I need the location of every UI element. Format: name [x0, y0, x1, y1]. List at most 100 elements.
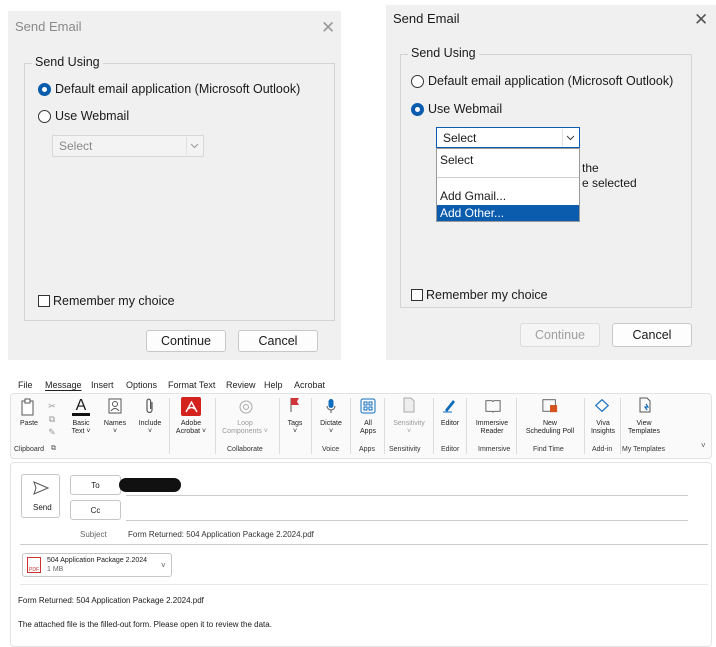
tab-review[interactable]: Review [226, 380, 256, 390]
clipboard-launcher-icon[interactable]: ⧉ [51, 445, 56, 453]
remember-choice-checkbox[interactable]: Remember my choice [411, 288, 548, 302]
basic-text-label[interactable]: Basic Text ˅ [67, 420, 95, 436]
tab-help[interactable]: Help [264, 380, 283, 390]
microphone-icon[interactable] [323, 398, 339, 414]
radio-use-webmail[interactable]: Use Webmail [411, 102, 502, 116]
adobe-acrobat-icon[interactable] [181, 397, 201, 416]
attachment-size: 1 MB [47, 566, 64, 573]
new-scheduling-poll-label[interactable]: New Scheduling Poll [520, 420, 580, 436]
continue-button[interactable]: Continue [146, 330, 226, 352]
remember-choice-checkbox[interactable]: Remember my choice [38, 294, 175, 308]
names-label[interactable]: Names ˅ [101, 420, 129, 436]
webmail-select-value: Select [443, 130, 477, 145]
send-using-group: Send Using [24, 55, 335, 321]
group-label-my-templates: My Templates [622, 446, 666, 453]
loop-components-label: Loop Components ˅ [222, 420, 268, 435]
to-button[interactable]: To [70, 475, 121, 495]
group-separator [516, 398, 517, 454]
adobe-acrobat-label[interactable]: Adobe Acrobat ˅ [173, 420, 209, 436]
clipboard-icon[interactable] [20, 398, 36, 416]
font-color-icon[interactable]: A [73, 398, 89, 414]
all-apps-label[interactable]: All Apps [356, 420, 380, 436]
tab-options[interactable]: Options [126, 380, 157, 390]
immersive-reader-label[interactable]: Immersive Reader [472, 420, 512, 436]
radio-button[interactable] [38, 82, 51, 96]
dialog-title: Send Email [393, 11, 460, 26]
cancel-button[interactable]: Cancel [238, 330, 318, 352]
view-templates-label[interactable]: View Templates [624, 420, 664, 436]
cancel-button[interactable]: Cancel [612, 323, 692, 347]
group-separator [350, 398, 351, 454]
tab-acrobat[interactable]: Acrobat [294, 380, 325, 390]
radio-use-webmail[interactable]: Use Webmail [38, 109, 129, 123]
format-painter-icon[interactable]: ✎ [44, 424, 60, 440]
body-line-1[interactable]: Form Returned: 504 Application Package 2… [18, 596, 204, 605]
checkbox[interactable] [411, 289, 423, 301]
loop-components-icon [238, 399, 254, 415]
body-line-2[interactable]: The attached file is the filled-out form… [18, 620, 272, 629]
group-label-apps: Apps [359, 446, 375, 453]
dropdown-option-select[interactable]: Select [437, 152, 579, 168]
subject-underline [20, 544, 708, 545]
chevron-down-icon[interactable]: ˅ [161, 561, 166, 570]
ribbon-expand-icon[interactable]: ˅ [701, 441, 706, 450]
include-label[interactable]: Include ˅ [136, 420, 164, 436]
radio-button[interactable] [38, 109, 51, 123]
close-icon[interactable]: ✕ [694, 11, 708, 28]
checkbox[interactable] [38, 295, 50, 307]
cc-button[interactable]: Cc [70, 500, 121, 520]
webmail-dropdown-list: Select Add Gmail... Add Other... [436, 148, 580, 222]
font-color-bar [72, 413, 90, 416]
radio-button[interactable] [411, 102, 424, 116]
tab-format-text[interactable]: Format Text [168, 380, 215, 390]
dropdown-option-add-other[interactable]: Add Other... [437, 205, 579, 221]
to-field[interactable] [126, 495, 688, 496]
editor-label[interactable]: Editor [438, 420, 462, 428]
radio-button[interactable] [411, 74, 424, 88]
group-label: Send Using [408, 46, 479, 60]
all-apps-icon[interactable] [360, 398, 376, 414]
radio-label: Use Webmail [428, 102, 503, 116]
tab-message[interactable]: Message [45, 380, 82, 390]
paste-label[interactable]: Paste [20, 420, 38, 428]
viva-insights-label[interactable]: Viva Insights [588, 420, 618, 436]
subject-field[interactable]: Form Returned: 504 Application Package 2… [128, 530, 314, 539]
send-button[interactable]: Send [21, 474, 60, 518]
subject-label: Subject [80, 530, 107, 539]
group-label-immersive: Immersive [478, 446, 511, 453]
group-label-sensitivity: Sensitivity [389, 446, 421, 453]
dictate-label[interactable]: Dictate ˅ [317, 420, 345, 436]
radio-default-email[interactable]: Default email application (Microsoft Out… [411, 74, 673, 88]
remember-label: Remember my choice [53, 294, 175, 308]
radio-default-email[interactable]: Default email application (Microsoft Out… [38, 82, 300, 96]
group-separator [620, 398, 621, 454]
redacted-recipient [119, 478, 181, 492]
dialog-title: Send Email [15, 19, 82, 34]
paperclip-icon[interactable] [142, 398, 158, 414]
close-icon[interactable]: ✕ [321, 19, 335, 36]
immersive-reader-icon[interactable] [485, 398, 501, 414]
tab-insert[interactable]: Insert [91, 380, 114, 390]
viva-insights-icon[interactable] [594, 397, 610, 413]
remember-label: Remember my choice [426, 288, 548, 302]
cc-field[interactable] [126, 520, 688, 521]
dropdown-option-add-gmail[interactable]: Add Gmail... [437, 188, 579, 204]
group-separator [279, 398, 280, 454]
group-separator [169, 398, 170, 454]
templates-icon[interactable] [637, 397, 653, 413]
obscured-text-line: the [582, 161, 599, 175]
tags-label[interactable]: Tags ˅ [283, 420, 307, 436]
group-separator [433, 398, 434, 454]
flag-icon[interactable] [287, 397, 303, 413]
radio-label: Default email application (Microsoft Out… [55, 82, 301, 96]
scheduling-poll-icon[interactable] [542, 397, 558, 413]
editor-pen-icon[interactable] [442, 397, 458, 413]
attachment-chip[interactable]: PDF 504 Application Package 2.2024 1 MB … [22, 553, 172, 577]
chevron-down-icon [562, 129, 578, 146]
pdf-file-icon: PDF [27, 557, 41, 573]
tab-file[interactable]: File [18, 380, 33, 390]
radio-label: Use Webmail [55, 109, 130, 123]
address-book-icon[interactable] [107, 398, 123, 414]
webmail-select[interactable]: Select [436, 127, 580, 148]
send-label: Send [33, 503, 52, 512]
